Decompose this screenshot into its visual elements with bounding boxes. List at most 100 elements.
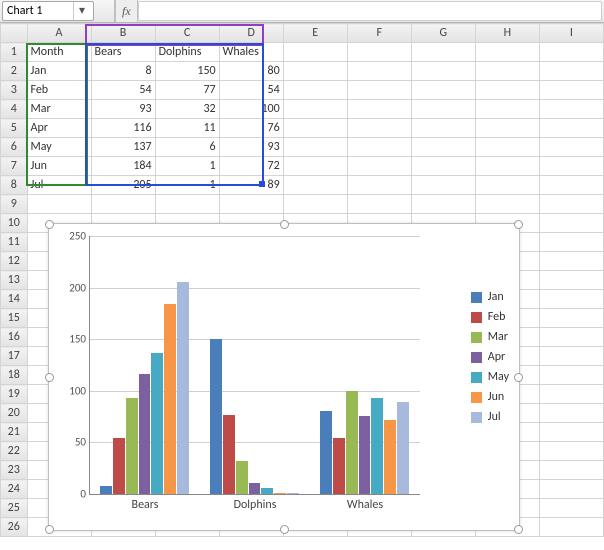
chart-legend-item[interactable]: Jul	[471, 410, 509, 424]
row-header[interactable]: 12	[1, 252, 28, 271]
cell[interactable]	[283, 138, 347, 157]
cell[interactable]	[347, 119, 411, 138]
column-header[interactable]: H	[475, 24, 539, 43]
cell[interactable]: Jun	[27, 157, 91, 176]
chart-bar[interactable]	[236, 461, 248, 494]
cell[interactable]	[539, 404, 603, 423]
cell[interactable]: 8	[91, 62, 155, 81]
row-header[interactable]: 20	[1, 404, 28, 423]
cell[interactable]	[347, 62, 411, 81]
cell[interactable]: Apr	[27, 119, 91, 138]
cell[interactable]	[475, 157, 539, 176]
column-header[interactable]: F	[347, 24, 411, 43]
chart-bar[interactable]	[359, 416, 371, 494]
cell[interactable]	[539, 157, 603, 176]
cell[interactable]	[283, 119, 347, 138]
cell[interactable]	[411, 119, 475, 138]
cell[interactable]	[411, 100, 475, 119]
cell[interactable]	[411, 43, 475, 62]
cell[interactable]	[539, 252, 603, 271]
embedded-chart[interactable]: 050100150200250 BearsDolphinsWhales JanF…	[48, 223, 520, 531]
row-header[interactable]: 9	[1, 195, 28, 214]
cell[interactable]: 77	[155, 81, 219, 100]
cell[interactable]	[539, 214, 603, 233]
cell[interactable]	[539, 290, 603, 309]
chart-legend[interactable]: JanFebMarAprMayJunJul	[471, 284, 509, 430]
row-header[interactable]: 24	[1, 480, 28, 499]
cell[interactable]	[475, 119, 539, 138]
cell[interactable]	[411, 176, 475, 195]
cell[interactable]	[539, 461, 603, 480]
row-header[interactable]: 1	[1, 43, 28, 62]
chart-bar[interactable]	[371, 398, 383, 494]
name-box[interactable]: ▾	[2, 1, 94, 21]
chart-bar[interactable]	[177, 282, 189, 494]
cell[interactable]: Whales	[219, 43, 283, 62]
cell[interactable]: 150	[155, 62, 219, 81]
column-header[interactable]: G	[411, 24, 475, 43]
column-header[interactable]: D	[219, 24, 283, 43]
cell[interactable]: 137	[91, 138, 155, 157]
chart-legend-item[interactable]: Jun	[471, 390, 509, 404]
chart-bar[interactable]	[384, 420, 396, 494]
cell[interactable]	[539, 499, 603, 518]
chart-bar[interactable]	[113, 438, 125, 494]
cell[interactable]: Feb	[27, 81, 91, 100]
row-header[interactable]: 14	[1, 290, 28, 309]
cell[interactable]	[283, 43, 347, 62]
row-header[interactable]: 13	[1, 271, 28, 290]
cell[interactable]	[475, 100, 539, 119]
chart-bar[interactable]	[210, 339, 222, 494]
chart-plot-area[interactable]: 050100150200250 BearsDolphinsWhales	[89, 236, 420, 495]
cell[interactable]	[27, 195, 91, 214]
row-header[interactable]: 2	[1, 62, 28, 81]
cell[interactable]: 89	[219, 176, 283, 195]
cell[interactable]: Jan	[27, 62, 91, 81]
chart-bar[interactable]	[261, 488, 273, 494]
cell[interactable]: Mar	[27, 100, 91, 119]
row-header[interactable]: 7	[1, 157, 28, 176]
name-box-input[interactable]	[3, 4, 73, 18]
chart-legend-item[interactable]: Mar	[471, 330, 509, 344]
cell[interactable]	[539, 423, 603, 442]
cell[interactable]	[347, 100, 411, 119]
cell[interactable]	[411, 157, 475, 176]
row-header[interactable]: 5	[1, 119, 28, 138]
cell[interactable]: Dolphins	[155, 43, 219, 62]
cell[interactable]	[539, 195, 603, 214]
cell[interactable]	[347, 138, 411, 157]
cell[interactable]: 11	[155, 119, 219, 138]
cell[interactable]	[539, 442, 603, 461]
chart-bar[interactable]	[164, 304, 176, 494]
cell[interactable]: 32	[155, 100, 219, 119]
chart-bar[interactable]	[100, 486, 112, 494]
cell[interactable]	[475, 62, 539, 81]
row-header[interactable]: 15	[1, 309, 28, 328]
chart-bar[interactable]	[274, 493, 286, 494]
column-header[interactable]: A	[27, 24, 91, 43]
cell[interactable]	[219, 195, 283, 214]
cell[interactable]: Bears	[91, 43, 155, 62]
cell[interactable]: 93	[91, 100, 155, 119]
chart-bar[interactable]	[223, 415, 235, 494]
row-header[interactable]: 25	[1, 499, 28, 518]
row-header[interactable]: 6	[1, 138, 28, 157]
cell[interactable]: Month	[27, 43, 91, 62]
cell[interactable]	[347, 176, 411, 195]
cell[interactable]	[475, 138, 539, 157]
cell[interactable]: 80	[219, 62, 283, 81]
cell[interactable]	[539, 309, 603, 328]
column-header[interactable]: E	[283, 24, 347, 43]
cell[interactable]: 184	[91, 157, 155, 176]
cell[interactable]: 54	[91, 81, 155, 100]
cell[interactable]	[283, 62, 347, 81]
cell[interactable]	[283, 157, 347, 176]
cell[interactable]: 1	[155, 157, 219, 176]
cell[interactable]: 116	[91, 119, 155, 138]
cell[interactable]	[283, 195, 347, 214]
cell[interactable]	[539, 81, 603, 100]
chart-bar[interactable]	[287, 493, 299, 494]
cell[interactable]	[539, 176, 603, 195]
cell[interactable]: May	[27, 138, 91, 157]
row-header[interactable]: 16	[1, 328, 28, 347]
